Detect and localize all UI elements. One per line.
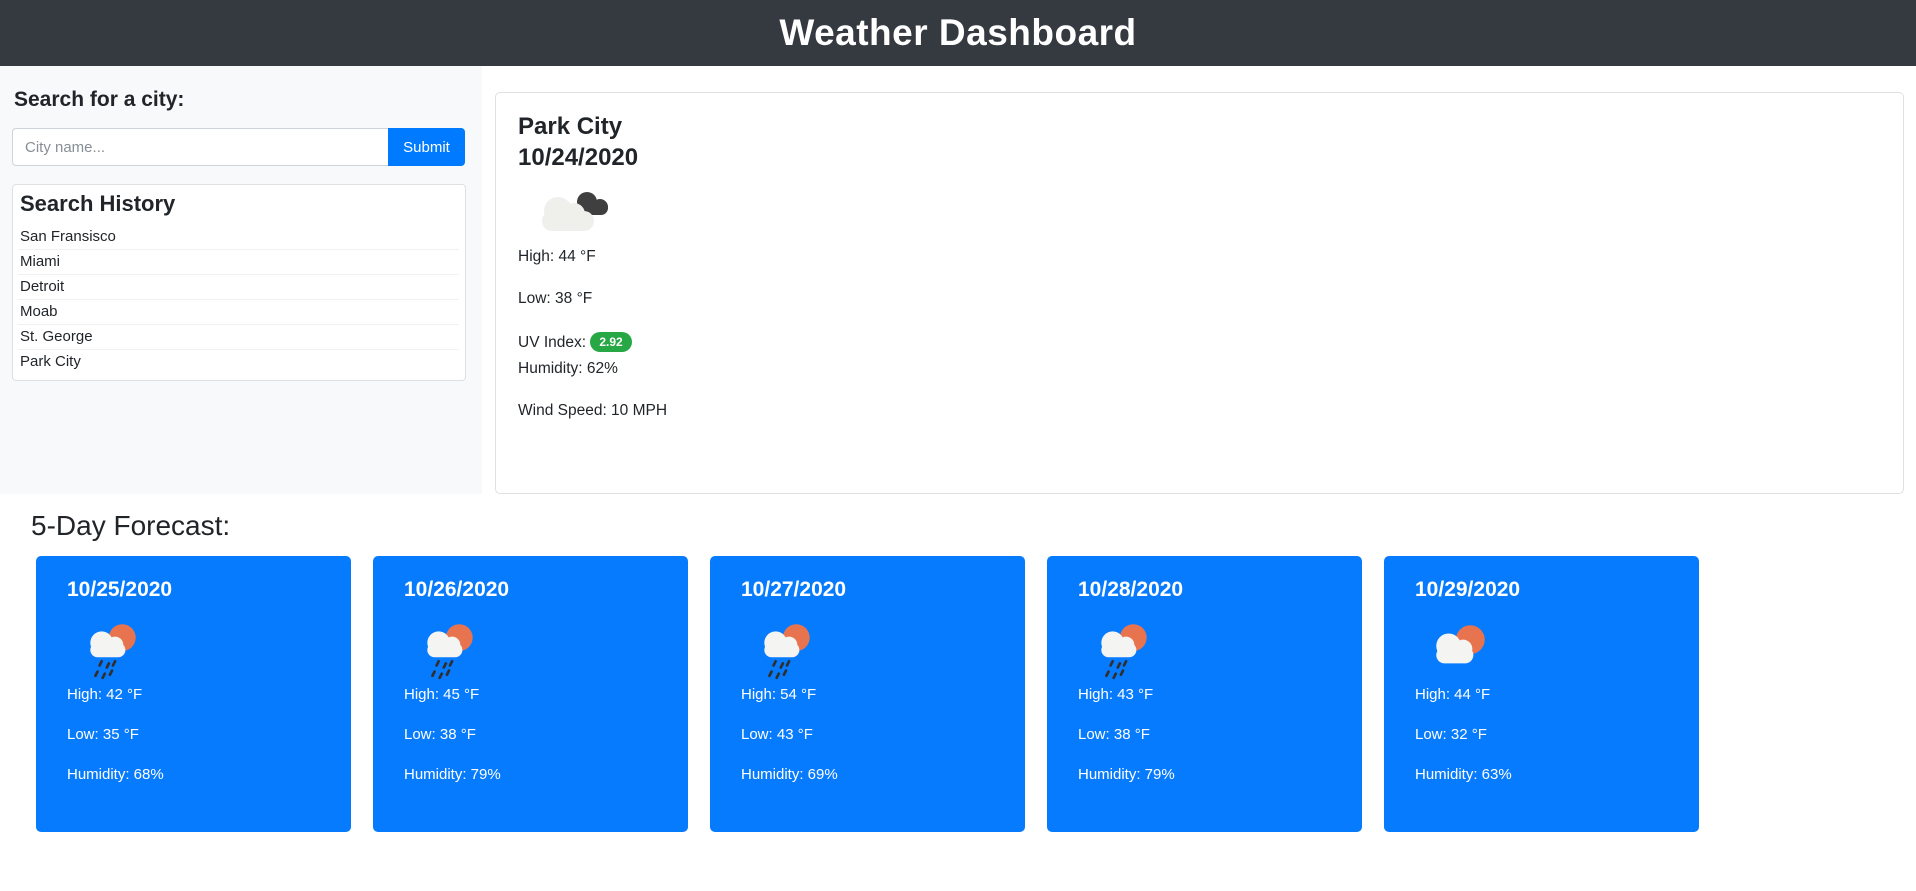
current-city: Park City [518, 113, 623, 140]
rain-drops [768, 659, 791, 680]
broken-clouds-icon [542, 192, 608, 232]
forecast-humidity: Humidity: 69% [741, 766, 838, 783]
rain-icon [80, 618, 321, 684]
search-history-title: Search History [20, 191, 176, 216]
uv-index-badge: 2.92 [590, 332, 632, 353]
forecast-date: 10/29/2020 [1415, 578, 1521, 601]
forecast-card: 10/29/2020 High: 44 °F Low: 32 °F Humidi… [1384, 556, 1699, 832]
app-header: Weather Dashboard [0, 0, 1916, 66]
forecast-card: 10/25/2020 High: 42 °F Low: 35 °F Humidi… [36, 556, 351, 832]
current-high: High: 44 °F [518, 248, 596, 266]
city-search-input[interactable] [12, 128, 388, 166]
forecast-humidity: Humidity: 68% [67, 766, 164, 783]
forecast-high: High: 45 °F [404, 686, 480, 703]
history-item[interactable]: St. George [18, 324, 459, 349]
history-item[interactable]: Detroit [18, 274, 459, 299]
uv-label: UV Index: [518, 334, 587, 352]
main-area: Park City 10/24/2020 High: 44 °F Low: 38… [482, 66, 1916, 494]
forecast-low: Low: 32 °F [1415, 726, 1487, 743]
history-item[interactable]: Moab [18, 299, 459, 324]
forecast-high: High: 42 °F [67, 686, 143, 703]
page-title: Weather Dashboard [779, 12, 1137, 53]
forecast-card: 10/27/2020 High: 54 °F Low: 43 °F Humidi… [710, 556, 1025, 832]
current-wind: Wind Speed: 10 MPH [518, 402, 668, 420]
forecast-date: 10/26/2020 [404, 578, 510, 601]
forecast-low: Low: 43 °F [741, 726, 813, 743]
rain-drops [94, 659, 117, 680]
forecast-humidity: Humidity: 79% [404, 766, 501, 783]
search-sidebar: Search for a city: Submit Search History… [0, 66, 482, 494]
forecast-humidity: Humidity: 79% [1078, 766, 1175, 783]
current-city-date: Park City 10/24/2020 [518, 111, 1883, 173]
forecast-high: High: 44 °F [1415, 686, 1491, 703]
forecast-cards-row: 10/25/2020 High: 42 °F Low: 35 °F Humidi… [36, 556, 1916, 832]
forecast-low: Low: 38 °F [404, 726, 476, 743]
rain-icon [417, 618, 658, 684]
history-item[interactable]: Park City [18, 349, 459, 374]
rain-drops [1105, 659, 1128, 680]
forecast-card: 10/26/2020 High: 45 °F Low: 38 °F Humidi… [373, 556, 688, 832]
forecast-date: 10/28/2020 [1078, 578, 1184, 601]
history-item[interactable]: Miami [18, 249, 459, 274]
current-weather-card: Park City 10/24/2020 High: 44 °F Low: 38… [495, 92, 1904, 494]
search-history-panel: Search History San Fransisco Miami Detro… [12, 184, 466, 381]
forecast-high: High: 43 °F [1078, 686, 1154, 703]
forecast-high: High: 54 °F [741, 686, 817, 703]
forecast-low: Low: 38 °F [1078, 726, 1150, 743]
rain-icon [1091, 618, 1332, 684]
current-date: 10/24/2020 [518, 144, 639, 172]
forecast-low: Low: 35 °F [67, 726, 139, 743]
current-uv-row: UV Index: 2.92 [518, 332, 1883, 353]
search-label: Search for a city: [14, 88, 185, 111]
search-form: Submit [12, 128, 465, 166]
current-humidity: Humidity: 62% [518, 360, 618, 378]
rain-drops [431, 659, 454, 680]
forecast-date: 10/25/2020 [67, 578, 173, 601]
forecast-section: 5-Day Forecast: 10/25/2020 High: 42 °F L… [0, 494, 1916, 832]
forecast-date: 10/27/2020 [741, 578, 847, 601]
submit-button[interactable]: Submit [388, 128, 465, 166]
search-history-list: San Fransisco Miami Detroit Moab St. Geo… [18, 225, 459, 374]
rain-icon [754, 618, 995, 684]
content-row: Search for a city: Submit Search History… [0, 66, 1916, 494]
forecast-heading: 5-Day Forecast: [31, 510, 231, 541]
forecast-card: 10/28/2020 High: 43 °F Low: 38 °F Humidi… [1047, 556, 1362, 832]
current-low: Low: 38 °F [518, 290, 593, 308]
sun-cloud-icon [1428, 618, 1669, 684]
forecast-humidity: Humidity: 63% [1415, 766, 1512, 783]
history-item[interactable]: San Fransisco [18, 225, 459, 249]
